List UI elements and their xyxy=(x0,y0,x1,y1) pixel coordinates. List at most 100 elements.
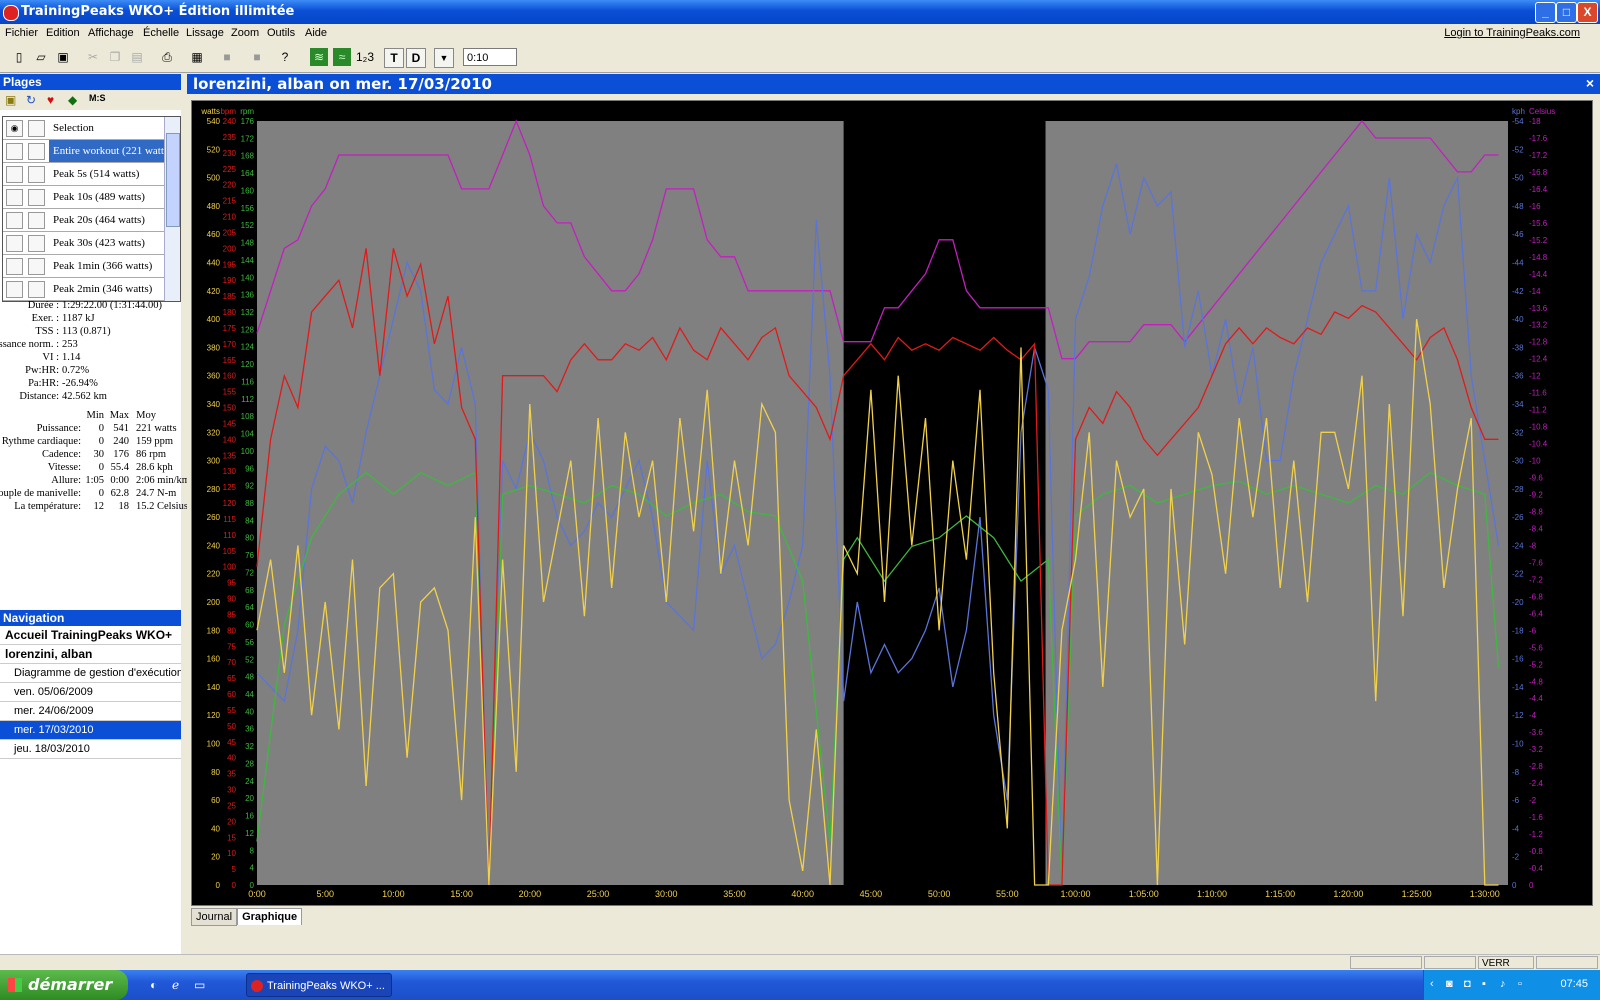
export-icon[interactable]: ▦ xyxy=(188,48,206,66)
range-toggle[interactable] xyxy=(6,166,23,183)
y-tick-rpm: 92 xyxy=(245,482,254,491)
disabled-tool2-icon[interactable]: ■ xyxy=(248,48,266,66)
range-row[interactable]: Peak 1min (366 watts) xyxy=(3,255,180,278)
range-toggle[interactable] xyxy=(6,212,23,229)
y-tick-bpm: 25 xyxy=(227,801,236,810)
menu-fichier[interactable]: Fichier xyxy=(5,27,38,39)
y-tick-rpm: 100 xyxy=(241,447,255,456)
close-button[interactable]: X xyxy=(1577,2,1598,23)
metric-max: 240 xyxy=(113,436,129,447)
range-row[interactable]: Peak 5s (514 watts) xyxy=(3,163,180,186)
nav-home[interactable]: Accueil TrainingPeaks WKO+ xyxy=(0,626,181,645)
range-row[interactable]: Peak 20s (464 watts) xyxy=(3,209,180,232)
cut-icon[interactable]: ✂ xyxy=(84,48,102,66)
paste-icon[interactable]: ▤ xyxy=(128,48,146,66)
range-row[interactable]: Peak 10s (489 watts) xyxy=(3,186,180,209)
close-workout-icon[interactable]: × xyxy=(1586,75,1594,91)
range-row[interactable]: Peak 30s (423 watts) xyxy=(3,232,180,255)
disabled-tool-icon[interactable]: ■ xyxy=(218,48,236,66)
y-tick-celsius: -14.4 xyxy=(1529,270,1548,279)
range-checkbox[interactable] xyxy=(28,143,45,160)
scroll-thumb[interactable] xyxy=(166,133,180,227)
range-checkbox[interactable] xyxy=(28,189,45,206)
tray-device-icon[interactable]: ▫ xyxy=(1518,978,1522,990)
taskbar-app-button[interactable]: TrainingPeaks WKO+ ... xyxy=(246,973,392,997)
new-file-icon[interactable]: ▯ xyxy=(10,48,28,66)
range-toggle[interactable] xyxy=(6,235,23,252)
menu-zoom[interactable]: Zoom xyxy=(231,27,259,39)
nav-workout-selected[interactable]: mer. 17/03/2010 xyxy=(0,721,181,740)
range-row[interactable]: ◉ Selection xyxy=(3,117,180,140)
help-icon[interactable]: ? xyxy=(276,48,294,66)
tray-network-icon[interactable]: ◙ xyxy=(1446,978,1453,990)
range-checkbox[interactable] xyxy=(28,166,45,183)
maximize-button[interactable]: □ xyxy=(1556,2,1577,23)
range-row[interactable]: Entire workout (221 watts) xyxy=(3,140,180,163)
start-button[interactable]: démarrer xyxy=(0,970,128,1000)
nav-workout[interactable]: mer. 24/06/2009 xyxy=(0,702,181,721)
x-tick-label: 1:00:00 xyxy=(1061,889,1091,899)
copy-icon[interactable]: ❐ xyxy=(106,48,124,66)
range-row[interactable]: Peak 2min (346 watts) xyxy=(3,278,180,301)
nav-workout[interactable]: jeu. 18/03/2010 xyxy=(0,740,181,759)
distance-axis-button[interactable]: D xyxy=(406,48,426,68)
nav-athlete[interactable]: lorenzini, alban xyxy=(0,645,181,664)
nav-performance-chart[interactable]: Diagramme de gestion d'exécution xyxy=(0,664,181,683)
y-tick-kph: -38 xyxy=(1512,343,1524,352)
tray-app-icon[interactable]: ▪ xyxy=(1482,978,1486,990)
range-checkbox[interactable] xyxy=(28,235,45,252)
range-toggle[interactable] xyxy=(6,281,23,298)
range-toggle[interactable] xyxy=(6,143,23,160)
quicklaunch-ie-icon[interactable]: ◐ xyxy=(150,978,157,992)
graph-fill-icon[interactable]: ≈ xyxy=(333,48,351,66)
menu-affichage[interactable]: Affichage xyxy=(88,27,134,39)
range-checkbox[interactable] xyxy=(28,281,45,298)
x-tick-label: 40:00 xyxy=(791,889,814,899)
tray-security-icon[interactable]: ◘ xyxy=(1464,978,1471,990)
y-tick-celsius: -5.2 xyxy=(1529,660,1543,669)
heart-icon[interactable]: ♥ xyxy=(47,93,54,107)
y-tick-watts: 140 xyxy=(207,683,221,692)
quicklaunch-explorer-icon[interactable]: ▭ xyxy=(194,978,205,992)
menu-aide[interactable]: Aide xyxy=(305,27,327,39)
graph-view-icon[interactable]: ≋ xyxy=(310,48,328,66)
minimize-button[interactable]: _ xyxy=(1535,2,1556,23)
tray-volume-icon[interactable]: ♪ xyxy=(1500,978,1506,990)
smoothing-interval-input[interactable]: 0:10 xyxy=(463,48,517,66)
tray-arrow-icon[interactable]: ‹ xyxy=(1430,978,1434,990)
y-tick-kph: -34 xyxy=(1512,400,1524,409)
y-tick-kph: -22 xyxy=(1512,570,1524,579)
tab-journal[interactable]: Journal xyxy=(191,908,238,926)
workout-chart[interactable]: watts02040608010012014016018020022024026… xyxy=(192,101,1592,905)
stat-row: TSS :113 (0.871) xyxy=(0,326,181,339)
range-checkbox[interactable] xyxy=(28,120,45,137)
metric-min: 12 xyxy=(93,501,105,512)
refresh-icon[interactable]: ↻ xyxy=(26,93,36,107)
range-toggle[interactable] xyxy=(6,258,23,275)
dropdown-arrow-icon[interactable]: ▼ xyxy=(434,48,454,68)
range-checkbox[interactable] xyxy=(28,212,45,229)
print-icon[interactable]: ⎙ xyxy=(158,48,176,66)
ranges-scrollbar[interactable] xyxy=(164,117,180,301)
range-toggle[interactable] xyxy=(6,189,23,206)
quicklaunch-browser-icon[interactable]: ℯ xyxy=(172,978,179,992)
menu-echelle[interactable]: Échelle xyxy=(143,27,179,39)
time-axis-button[interactable]: T xyxy=(384,48,404,68)
folder-icon[interactable]: ▣ xyxy=(5,93,16,107)
open-folder-icon[interactable]: ▱ xyxy=(32,48,50,66)
menu-edition[interactable]: Edition xyxy=(46,27,80,39)
numbers-icon[interactable]: 1₂3 xyxy=(356,48,374,66)
y-tick-celsius: -7.6 xyxy=(1529,558,1543,567)
eye-icon[interactable]: ◉ xyxy=(6,120,23,137)
y-tick-celsius: -5.6 xyxy=(1529,643,1543,652)
login-link[interactable]: Login to TrainingPeaks.com xyxy=(1444,27,1580,39)
menu-lissage[interactable]: Lissage xyxy=(186,27,224,39)
save-icon[interactable]: ▣ xyxy=(54,48,72,66)
ms-label[interactable]: M:S xyxy=(89,93,106,103)
menu-outils[interactable]: Outils xyxy=(267,27,295,39)
gem-icon[interactable]: ◆ xyxy=(68,93,77,107)
range-checkbox[interactable] xyxy=(28,258,45,275)
range-label: Peak 1min (366 watts) xyxy=(53,260,153,272)
nav-workout[interactable]: ven. 05/06/2009 xyxy=(0,683,181,702)
tab-graphique[interactable]: Graphique xyxy=(237,908,303,925)
